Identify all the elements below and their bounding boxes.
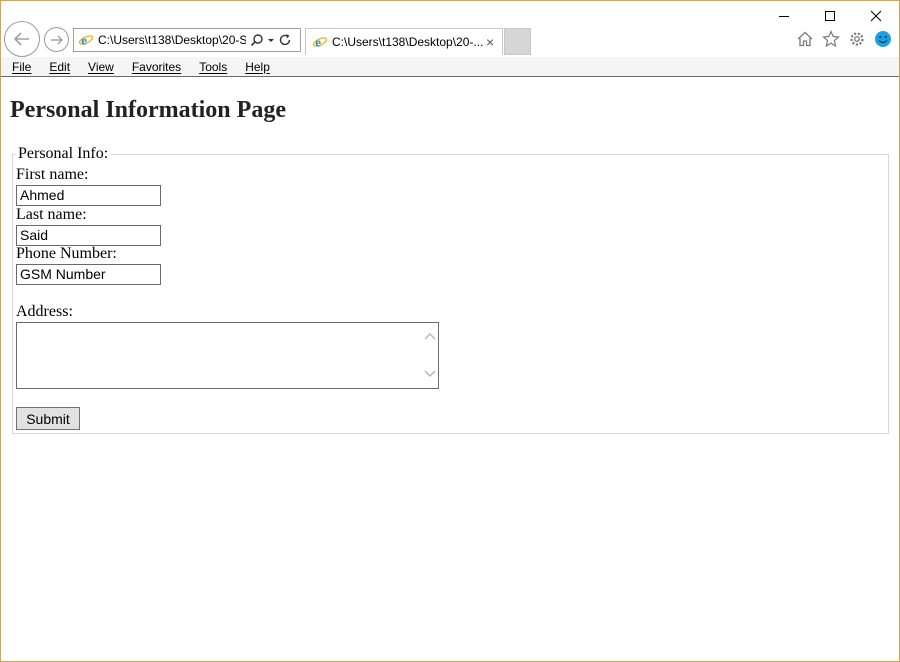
back-arrow-icon [13, 32, 29, 46]
address-bar[interactable]: e C:\Users\t138\Desktop\20-S [73, 28, 301, 52]
search-icon[interactable] [250, 33, 264, 47]
address-url[interactable]: C:\Users\t138\Desktop\20-S [98, 33, 246, 47]
first-name-input[interactable]: Ahmed [16, 185, 161, 206]
address-textarea[interactable] [16, 322, 439, 389]
submit-button[interactable]: Submit [16, 407, 80, 430]
fieldset-legend: Personal Info: [16, 145, 111, 163]
refresh-icon[interactable] [278, 33, 292, 47]
svg-text:e: e [315, 35, 321, 50]
close-window-button[interactable] [853, 1, 899, 31]
ie-logo-icon: e [312, 34, 328, 50]
new-tab-button[interactable] [504, 28, 531, 55]
phone-number-input[interactable]: GSM Number [16, 264, 161, 285]
minimize-button[interactable] [761, 1, 807, 31]
menu-edit[interactable]: Edit [42, 60, 77, 74]
smiley-icon[interactable] [873, 29, 893, 49]
menu-favorites[interactable]: Favorites [125, 60, 188, 74]
last-name-label: Last name: [16, 206, 87, 223]
page-content: Personal Information Page Personal Info:… [1, 77, 899, 661]
menu-view[interactable]: View [81, 60, 121, 74]
back-button[interactable] [4, 21, 40, 57]
phone-number-label: Phone Number: [16, 245, 117, 262]
menu-bar: File Edit View Favorites Tools Help [1, 57, 899, 77]
forward-arrow-icon [50, 35, 63, 44]
last-name-input[interactable]: Said [16, 225, 161, 246]
tab-title: C:\Users\t138\Desktop\20-... [332, 35, 484, 49]
maximize-button[interactable] [807, 1, 853, 31]
forward-button[interactable] [44, 27, 69, 52]
window-controls [761, 1, 899, 31]
menu-file[interactable]: File [5, 60, 38, 74]
svg-text:e: e [81, 33, 87, 48]
tab-active[interactable]: e C:\Users\t138\Desktop\20-... × [305, 28, 503, 55]
menu-help[interactable]: Help [238, 60, 277, 74]
gear-icon[interactable] [847, 29, 867, 49]
minimize-icon [779, 16, 789, 17]
tab-close-icon[interactable]: × [486, 34, 494, 50]
address-label: Address: [16, 303, 73, 320]
page-title: Personal Information Page [10, 97, 286, 123]
menu-tools[interactable]: Tools [192, 60, 234, 74]
browser-window: e C:\Users\t138\Desktop\20-S e C:\Users\… [0, 0, 900, 662]
address-tools [250, 33, 292, 47]
maximize-icon [825, 11, 835, 21]
close-icon [870, 10, 882, 22]
star-icon[interactable] [821, 29, 841, 49]
home-icon[interactable] [795, 29, 815, 49]
first-name-label: First name: [16, 166, 89, 183]
browser-command-icons [795, 29, 893, 49]
ie-logo-icon: e [78, 32, 94, 48]
chevron-down-icon[interactable] [267, 33, 275, 47]
browser-toolbar: e C:\Users\t138\Desktop\20-S e C:\Users\… [1, 1, 899, 57]
